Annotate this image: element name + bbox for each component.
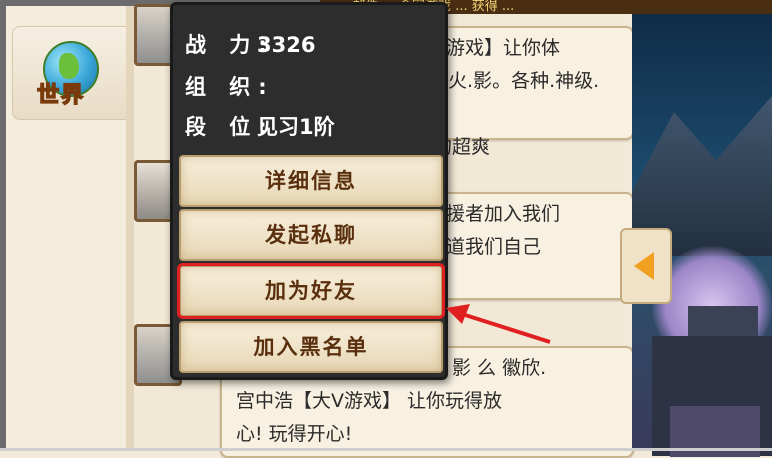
message-line: 心! 玩得开心! xyxy=(236,423,353,445)
info-rank-key: 段 位: xyxy=(185,115,275,139)
add-blacklist-button[interactable]: 加入黑名单 xyxy=(179,321,443,373)
info-guild-key: 组 织: xyxy=(185,75,275,99)
private-chat-button[interactable]: 发起私聊 xyxy=(179,209,443,261)
collapse-arrow-icon xyxy=(634,252,654,280)
channel-tab-column: 世界 xyxy=(6,6,134,451)
pointer-arrow-icon xyxy=(446,304,551,344)
info-power-value: 3326 xyxy=(257,33,316,57)
info-rank-value: 见习1阶 xyxy=(257,115,335,139)
player-popup-menu: 战 力:3326 组 织: 段 位:见习1阶 详细信息 发起私聊 加为好友 加入… xyxy=(170,2,448,380)
chat-divider xyxy=(126,6,134,451)
info-power-key: 战 力: xyxy=(185,33,275,57)
message-line: 宫中浩【大V游戏】 让你玩得放 xyxy=(236,390,503,412)
info-rank: 段 位:见习1阶 xyxy=(185,111,335,141)
details-button[interactable]: 详细信息 xyxy=(179,155,443,207)
tab-world-label: 世界 xyxy=(36,82,86,109)
info-power: 战 力:3326 xyxy=(185,29,315,59)
add-friend-button[interactable]: 加为好友 xyxy=(177,263,445,319)
collapse-chat-button[interactable] xyxy=(620,228,672,304)
info-guild: 组 织: xyxy=(185,71,275,101)
tab-world[interactable]: 世界 xyxy=(12,26,134,120)
